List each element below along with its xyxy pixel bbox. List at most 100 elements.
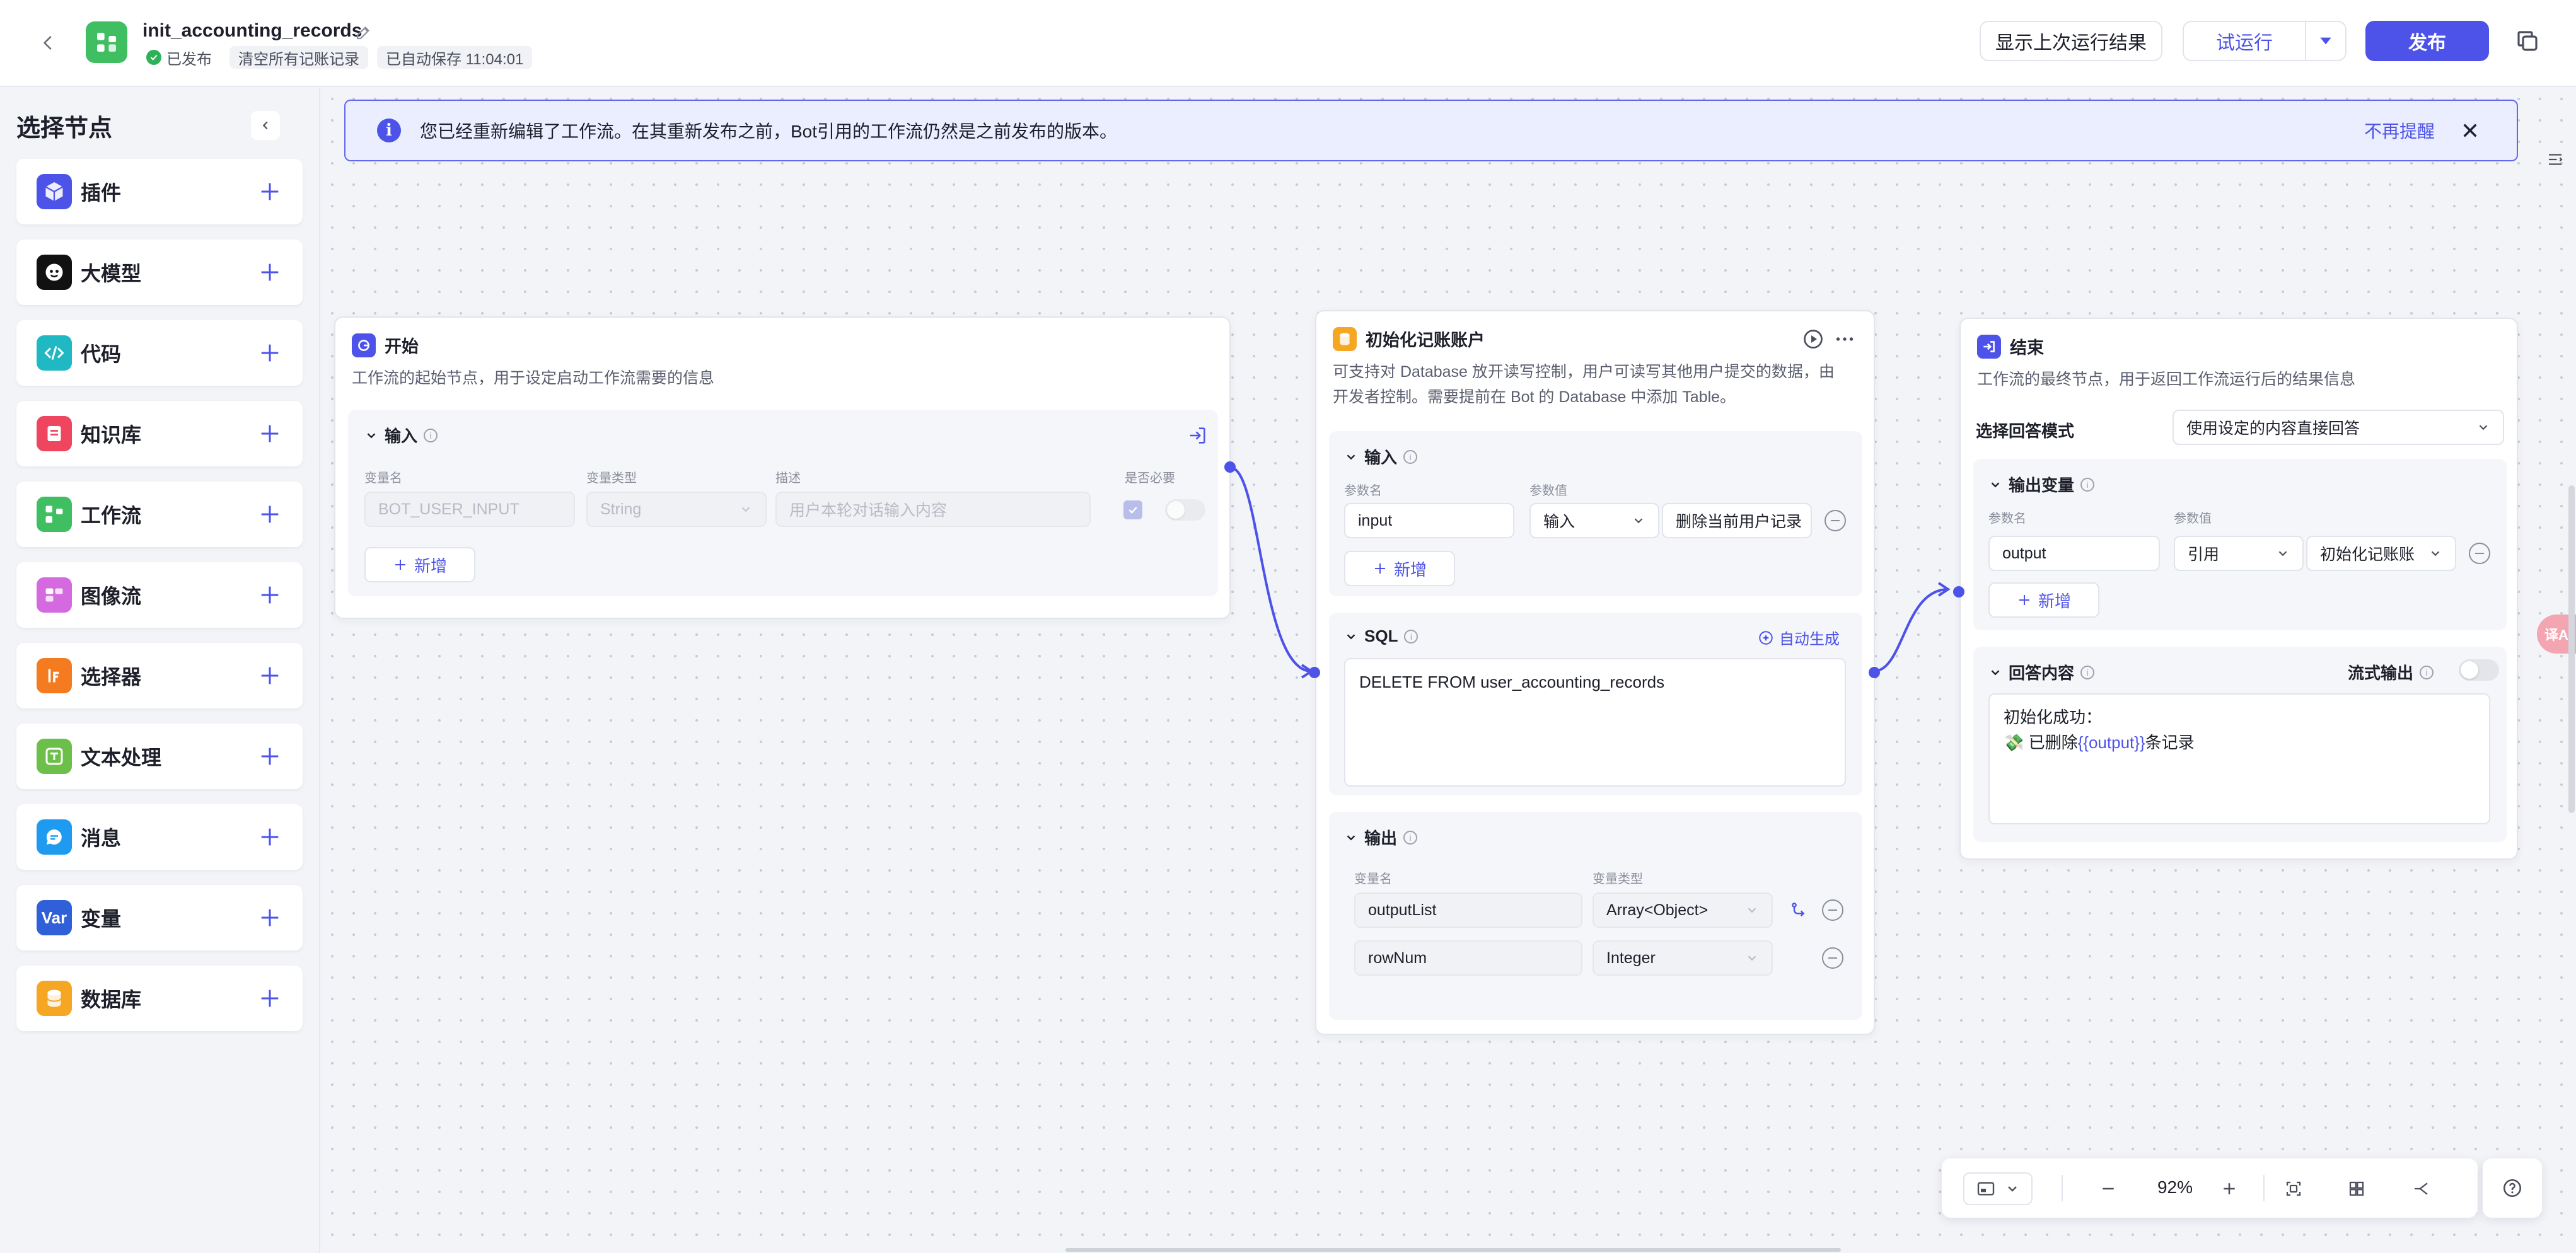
auto-generate-button[interactable]: 自动生成 xyxy=(1758,626,1840,649)
zoom-out-button[interactable] xyxy=(2092,1172,2125,1205)
sidebar-item-text-process[interactable]: 文本处理 xyxy=(16,724,303,789)
remove-output-button[interactable] xyxy=(1822,899,1843,921)
plus-icon[interactable] xyxy=(257,502,282,527)
help-icon[interactable]: i xyxy=(2080,665,2095,679)
end-node[interactable]: 结束 工作流的最终节点，用于返回工作流运行后的结果信息 选择回答模式 使用设定的… xyxy=(1953,318,2518,860)
fit-view-icon xyxy=(2286,1181,2301,1196)
chevron-down-icon xyxy=(1347,633,1355,639)
help-icon[interactable]: i xyxy=(1404,629,1419,644)
trial-run-button-group[interactable]: 试运行 xyxy=(2183,21,2347,61)
remove-output-button[interactable] xyxy=(1822,947,1843,969)
end-param-source-select[interactable]: 引用 xyxy=(2174,536,2304,571)
db-input-header[interactable]: 输入 i xyxy=(1344,445,1418,468)
plus-icon[interactable] xyxy=(257,986,282,1011)
required-checkbox[interactable] xyxy=(1123,500,1142,519)
var-desc-field[interactable]: 用户本轮对话输入内容 xyxy=(775,492,1091,527)
minimap-toggle-button[interactable] xyxy=(1963,1172,2033,1205)
horizontal-scrollbar[interactable] xyxy=(1065,1248,1841,1252)
database-icon xyxy=(1333,326,1357,351)
db-output-header[interactable]: 输出 i xyxy=(1344,826,1418,849)
start-input-header[interactable]: 输入 i xyxy=(364,424,438,447)
vertical-scrollbar[interactable] xyxy=(2568,485,2575,813)
streaming-toggle[interactable] xyxy=(2459,659,2499,681)
edit-icon[interactable] xyxy=(354,23,373,42)
help-icon[interactable]: i xyxy=(1403,449,1418,464)
add-input-button[interactable]: 新增 xyxy=(364,547,475,582)
zoom-in-button[interactable] xyxy=(2213,1172,2246,1205)
add-param-button[interactable]: 新增 xyxy=(1344,551,1455,586)
sidebar-item-llm[interactable]: 大模型 xyxy=(16,240,303,305)
plus-icon[interactable] xyxy=(257,260,282,285)
plus-icon[interactable] xyxy=(257,582,282,608)
fit-view-button[interactable] xyxy=(2277,1172,2310,1205)
back-button[interactable] xyxy=(32,26,64,59)
end-param-name-field[interactable]: output xyxy=(1988,536,2160,571)
start-node[interactable]: 开始 工作流的起始节点，用于设定启动工作流需要的信息 输入 i 变量名 变量类型… xyxy=(334,316,1236,619)
plus-icon[interactable] xyxy=(257,663,282,688)
plus-icon[interactable] xyxy=(257,179,282,204)
auto-layout-button[interactable] xyxy=(2340,1172,2373,1205)
plus-icon[interactable] xyxy=(257,421,282,446)
help-icon[interactable]: i xyxy=(2420,665,2434,679)
trial-run-button[interactable]: 试运行 xyxy=(2184,27,2305,55)
param-name-field[interactable]: input xyxy=(1344,503,1514,538)
help-button[interactable] xyxy=(2483,1158,2542,1218)
param-source-select[interactable]: 输入 xyxy=(1529,503,1659,538)
sql-header[interactable]: SQL i xyxy=(1344,626,1419,646)
var-type-select[interactable]: String xyxy=(586,492,767,527)
sidebar-item-knowledge[interactable]: 知识库 xyxy=(16,401,303,466)
sidebar-item-plugin[interactable]: 插件 xyxy=(16,159,303,224)
end-param-value-select[interactable]: 初始化记账账 xyxy=(2306,536,2456,571)
divider xyxy=(2263,1175,2265,1201)
sidebar-item-workflow[interactable]: 工作流 xyxy=(16,482,303,547)
answer-content-header[interactable]: 回答内容 i xyxy=(1988,661,2095,684)
plus-icon[interactable] xyxy=(257,905,282,930)
sidebar-item-database[interactable]: 数据库 xyxy=(16,966,303,1031)
notice-message: 您已经重新编辑了工作流。在其重新发布之前，Bot引用的工作流仍然是之前发布的版本… xyxy=(420,122,1118,141)
import-icon[interactable] xyxy=(1186,425,1208,446)
answer-mode-select[interactable]: 使用设定的内容直接回答 xyxy=(2173,410,2504,445)
dont-remind-link[interactable]: 不再提醒 xyxy=(2364,118,2435,143)
db-output-port[interactable] xyxy=(1869,667,1880,678)
connector-style-button[interactable] xyxy=(2405,1172,2437,1205)
sidebar-item-message[interactable]: 消息 xyxy=(16,804,303,870)
sidebar-item-imageflow[interactable]: 图像流 xyxy=(16,562,303,628)
end-node-title: 结束 xyxy=(2010,338,2044,357)
show-last-result-button[interactable]: 显示上次运行结果 xyxy=(1980,21,2162,61)
plus-icon[interactable] xyxy=(257,744,282,769)
end-input-port[interactable] xyxy=(1953,586,1964,598)
sidebar-item-selector[interactable]: 选择器 xyxy=(16,643,303,708)
sidebar-item-code[interactable]: 代码 xyxy=(16,320,303,386)
sidebar-collapse-button[interactable] xyxy=(251,111,280,140)
param-value-field[interactable]: 删除当前用户记录 xyxy=(1662,503,1812,538)
sql-editor[interactable]: DELETE FROM user_accounting_records xyxy=(1344,658,1846,787)
zoom-level[interactable]: 92% xyxy=(2144,1177,2207,1198)
plus-icon xyxy=(2224,1183,2235,1194)
play-circle-icon[interactable] xyxy=(1802,328,1825,350)
answer-editor[interactable]: 初始化成功： 💸 已删除{{output}}条记录 xyxy=(1988,693,2490,824)
database-node[interactable]: 初始化记账账户 可支持对 Database 放开读写控制，用户可读写其他用户提交… xyxy=(1309,310,1880,1035)
trial-run-dropdown[interactable] xyxy=(2306,33,2345,49)
col-var-name: 变量名 xyxy=(1354,872,1392,886)
remove-end-param-button[interactable] xyxy=(2469,543,2490,564)
help-icon[interactable]: i xyxy=(424,428,438,442)
publish-button[interactable]: 发布 xyxy=(2365,21,2489,61)
plus-icon[interactable] xyxy=(257,340,282,366)
copy-icon[interactable] xyxy=(2514,28,2541,54)
close-icon[interactable] xyxy=(2460,120,2480,141)
end-output-header[interactable]: 输出变量 i xyxy=(1988,473,2095,496)
start-output-port[interactable] xyxy=(1224,461,1236,473)
remove-param-button[interactable] xyxy=(1825,510,1846,531)
sidebar-item-variable[interactable]: Var 变量 xyxy=(16,885,303,950)
add-end-param-button[interactable]: 新增 xyxy=(1988,582,2099,618)
db-input-port[interactable] xyxy=(1309,667,1320,678)
question-circle-icon xyxy=(2503,1179,2522,1198)
help-icon[interactable]: i xyxy=(2080,477,2095,492)
more-icon[interactable] xyxy=(1833,328,1856,350)
var-name-field[interactable]: BOT_USER_INPUT xyxy=(364,492,575,527)
var-toggle[interactable] xyxy=(1165,499,1205,521)
plus-icon[interactable] xyxy=(257,824,282,850)
help-icon[interactable]: i xyxy=(1403,830,1418,845)
branch-icon[interactable] xyxy=(1789,900,1809,920)
panel-toggle-button[interactable] xyxy=(2541,145,2570,174)
